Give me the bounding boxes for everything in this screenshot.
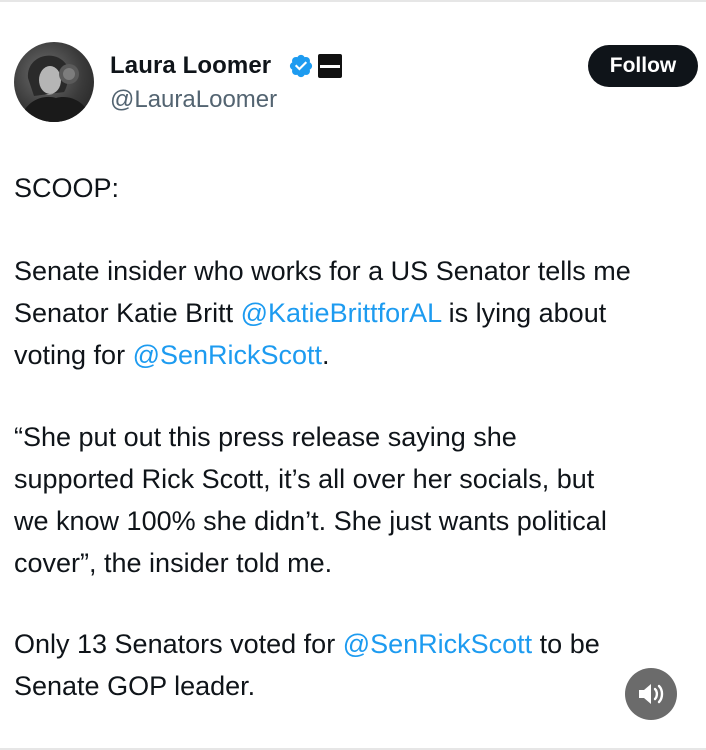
tweet-text-segment: Senator Katie Britt	[14, 298, 241, 328]
tweet-line: Senate GOP leader.	[14, 671, 256, 701]
tweet-text-segment: .	[322, 340, 330, 370]
handle[interactable]: @LauraLoomer	[110, 86, 277, 114]
audio-button[interactable]	[625, 668, 677, 720]
mention-link[interactable]: @SenRickScott	[343, 629, 532, 659]
avatar[interactable]	[14, 42, 94, 122]
tweet-text-segment: voting for	[14, 340, 133, 370]
tweet-line: Senate insider who works for a US Senato…	[14, 256, 631, 286]
tweet-line: cover”, the insider told me.	[14, 548, 333, 578]
tweet-line: voting for @SenRickScott.	[14, 334, 704, 376]
tweet-line: Senator Katie Britt @KatieBrittforAL is …	[14, 292, 704, 334]
tweet-line: SCOOP:	[14, 173, 120, 203]
tweet-line: supported Rick Scott, it’s all over her …	[14, 464, 595, 494]
top-divider	[0, 0, 706, 2]
tweet-line: we know 100% she didn’t. She just wants …	[14, 506, 607, 536]
speaker-icon	[639, 684, 664, 704]
display-name[interactable]: Laura Loomer	[110, 52, 271, 80]
verified-badge-icon	[289, 54, 313, 78]
affiliate-badge-icon	[318, 54, 342, 78]
tweet-text-segment: is lying about	[441, 298, 607, 328]
tweet-text-segment: Only 13 Senators voted for	[14, 629, 343, 659]
follow-button[interactable]: Follow	[588, 45, 698, 87]
mention-link[interactable]: @SenRickScott	[133, 340, 322, 370]
tweet-line: Only 13 Senators voted for @SenRickScott…	[14, 623, 704, 665]
tweet-text-segment: to be	[532, 629, 600, 659]
mention-link[interactable]: @KatieBrittforAL	[241, 298, 441, 328]
tweet-line: “She put out this press release saying s…	[14, 422, 517, 452]
